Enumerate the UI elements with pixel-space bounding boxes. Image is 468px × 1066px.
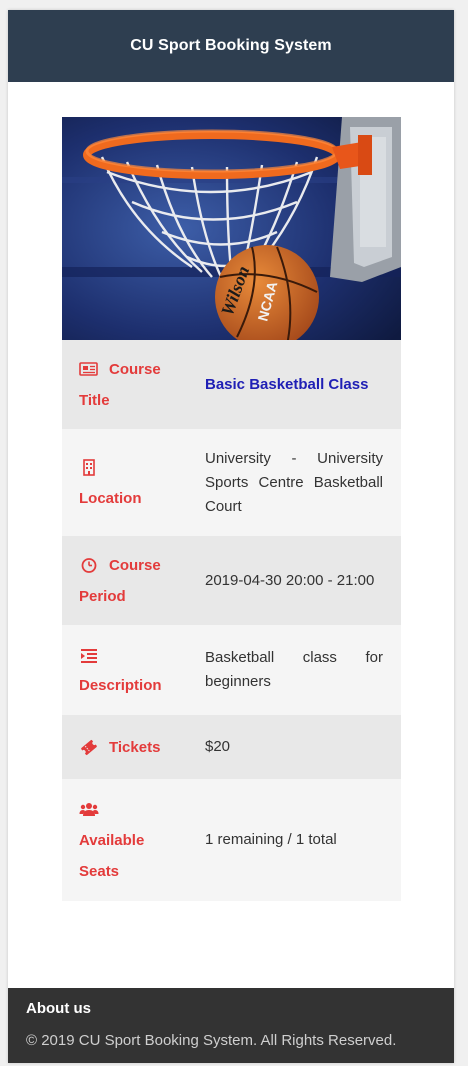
description-value: Basketball class for beginners	[189, 625, 401, 715]
course-period-label: Course Period	[62, 536, 189, 625]
app-header: CU Sport Booking System	[8, 10, 454, 82]
course-image: Wilson NCAA	[62, 117, 401, 340]
available-seats-value: 1 remaining / 1 total	[189, 779, 401, 901]
course-content: Wilson NCAA Course Title Basic Basketball…	[62, 117, 401, 901]
course-details-table: Course Title Basic Basketball Class Locat…	[62, 340, 401, 901]
row-course-title: Course Title Basic Basketball Class	[62, 340, 401, 429]
course-title-value: Basic Basketball Class	[189, 340, 401, 429]
row-description: Description Basketball class for beginne…	[62, 625, 401, 715]
app-title: CU Sport Booking System	[130, 37, 332, 54]
copyright-text: © 2019 CU Sport Booking System. All Righ…	[26, 1032, 397, 1049]
ticket-icon	[79, 739, 99, 756]
newspaper-icon	[79, 361, 99, 378]
page-footer: About us © 2019 CU Sport Booking System.…	[8, 988, 454, 1063]
location-label: Location	[62, 429, 189, 536]
tickets-value: $20	[189, 715, 401, 779]
row-location: Location University - University Sports …	[62, 429, 401, 536]
description-label: Description	[62, 625, 189, 715]
clock-icon	[79, 557, 99, 574]
row-tickets: Tickets $20	[62, 715, 401, 779]
course-title-label: Course Title	[62, 340, 189, 429]
about-us-link[interactable]: About us	[26, 1000, 91, 1017]
available-seats-label: Available Seats	[62, 779, 189, 901]
building-icon	[79, 459, 99, 476]
tickets-label: Tickets	[62, 715, 189, 779]
course-period-value: 2019-04-30 20:00 - 21:00	[189, 536, 401, 625]
users-icon	[79, 801, 99, 818]
row-course-period: Course Period 2019-04-30 20:00 - 21:00	[62, 536, 401, 625]
row-available-seats: Available Seats 1 remaining / 1 total	[62, 779, 401, 901]
page-frame: CU Sport Booking System Wilson NCAA Cour…	[8, 10, 454, 1063]
location-value: University - University Sports Centre Ba…	[189, 429, 401, 536]
list-indent-icon	[79, 647, 99, 664]
